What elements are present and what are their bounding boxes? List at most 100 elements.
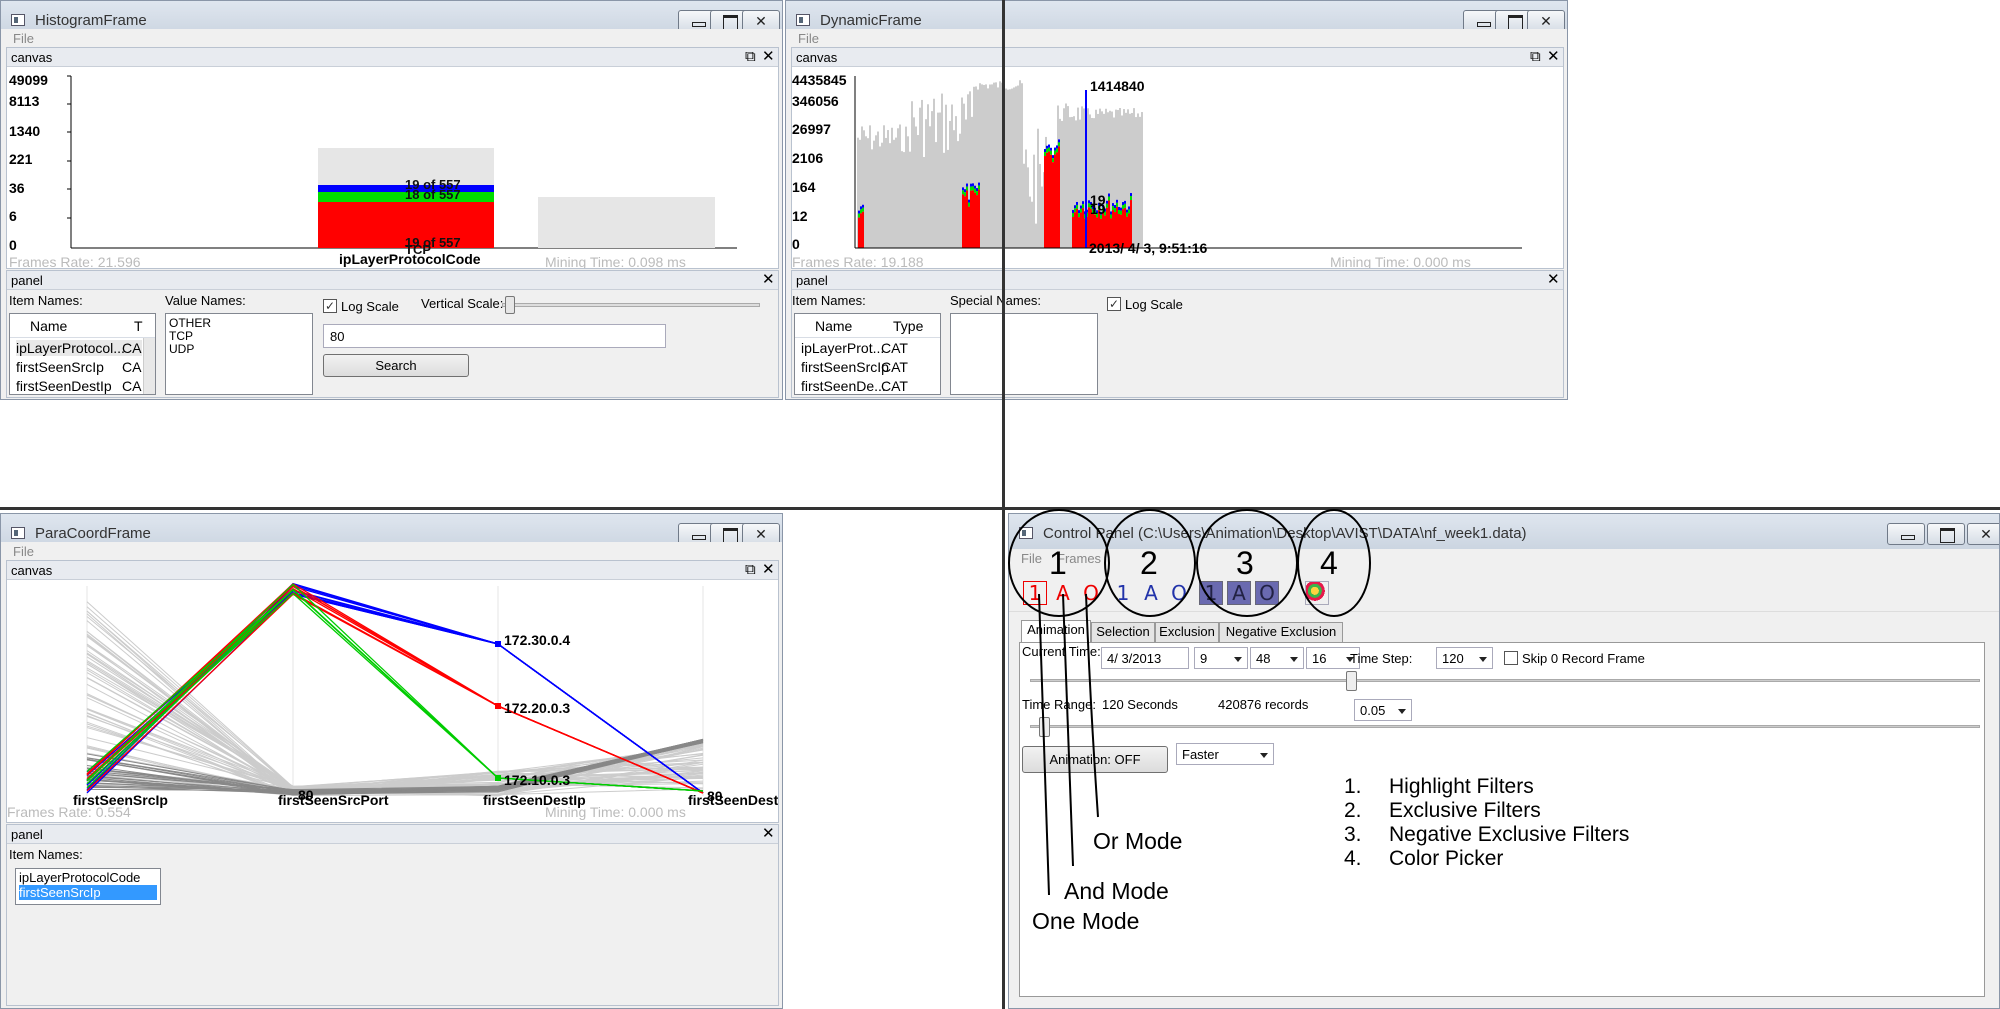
slider-thumb[interactable] [505,296,515,314]
traffic-bar [869,125,871,248]
y-tick: 26997 [792,121,831,137]
dock-title: panel [796,273,828,288]
range-records: 420876 records [1218,697,1309,712]
list-item[interactable]: ipLayerProtocolCode [19,870,157,885]
float-icon[interactable]: ⧉ [1530,49,1541,65]
tab-selection[interactable]: Selection [1091,622,1155,642]
search-input[interactable]: 80 [323,324,666,348]
special-names-list[interactable] [950,313,1098,395]
maximize-button[interactable] [1927,523,1965,545]
traffic-bar [959,133,961,248]
group-number: 3 [1236,545,1254,581]
series-red-mark [1052,162,1054,248]
app-icon [11,14,25,26]
series-blue-mark [1056,145,1058,149]
minute-select[interactable]: 48 [1250,647,1304,669]
speed-select[interactable]: Faster [1176,743,1274,765]
traffic-bar [867,138,869,248]
table-row[interactable]: ipLayerProtocol... CA [16,340,142,356]
series-blue-mark [1116,199,1118,203]
close-icon[interactable]: ✕ [762,272,775,288]
tab-negative-exclusion[interactable]: Negative Exclusion [1219,622,1343,642]
tab-exclusion[interactable]: Exclusion [1155,622,1219,642]
table-row[interactable]: firstSeenDestIp CA [16,378,141,394]
traffic-bar [1063,108,1065,248]
menu-file[interactable]: File [13,544,34,559]
x-axis-label: ipLayerProtocolCode [339,251,481,267]
item-names-list[interactable]: ipLayerProtocolCode firstSeenSrcIp [15,868,161,905]
traffic-bar [885,137,887,248]
minimize-button[interactable] [1887,523,1925,545]
vertical-scale-label: Vertical Scale: [421,296,504,311]
close-icon[interactable]: ✕ [762,826,775,842]
series-red-mark [1074,212,1076,248]
search-button[interactable]: Search [323,354,469,377]
dynamic-window: DynamicFrame ✕ File canvas ⧉ ✕ 4435845 3… [785,0,1568,400]
value-marker [495,641,501,647]
log-scale-checkbox[interactable]: ✓ [1107,297,1121,311]
table-row[interactable]: firstSeenDe... CAT [801,378,908,394]
table-header: Name Type [795,314,940,338]
table-row[interactable]: ipLayerProt... CAT [801,340,908,356]
slider-thumb[interactable] [1039,717,1050,737]
series-green-mark [1080,208,1082,213]
close-icon[interactable]: ✕ [1547,272,1560,288]
series-blue-mark [1052,155,1054,159]
y-tick: 12 [792,208,808,224]
traffic-bar [985,84,987,249]
item-names-label: Item Names: [9,293,83,308]
float-icon[interactable]: ⧉ [745,562,756,578]
series-blue-mark [964,189,966,193]
date-picker[interactable]: 4/ 3/2013 [1101,647,1189,669]
item-names-table[interactable]: Name T ipLayerProtocol... CA firstSeenSrc… [9,313,156,395]
slider-thumb[interactable] [1346,671,1357,691]
scrollbar[interactable] [143,338,155,394]
series-red-mark [1080,212,1082,248]
vertical-scale-slider[interactable] [502,296,760,314]
value-names-list[interactable]: OTHER TCP UDP [165,313,313,395]
item-names-label: Item Names: [792,293,866,308]
series-green-mark [1046,148,1048,153]
segment-label: 18 of 557 [405,187,461,202]
series-green-mark [962,190,964,195]
canvas-dock: canvas ⧉ ✕ 172.30.0.4 172.20.0.3 172.10.… [6,560,779,823]
traffic-bar [983,84,985,248]
traffic-bar [917,135,919,248]
window-title: HistogramFrame [35,12,147,29]
traffic-bar [1007,89,1009,249]
animation-toggle-button[interactable]: Animation: OFF [1022,746,1168,773]
item-names-table[interactable]: Name Type ipLayerProt... CAT firstSeenSrc… [794,313,941,395]
table-row[interactable]: firstSeenSrcIp CAT [801,359,908,375]
range-select[interactable]: 0.05 [1354,699,1412,721]
list-item[interactable]: UDP [169,343,309,356]
traffic-bar [997,87,999,248]
y-tick: 164 [792,179,816,195]
tab-animation[interactable]: Animation [1021,620,1091,642]
legend-item: Color Picker [1389,847,1504,870]
series-green-mark [1052,158,1054,163]
close-button[interactable]: ✕ [1967,523,1999,545]
menu-file[interactable]: File [13,31,34,46]
close-icon[interactable]: ✕ [762,562,775,578]
time-step-select[interactable]: 120 [1436,647,1493,669]
callout-one-mode: One Mode [1032,908,1140,934]
close-icon: ✕ [755,526,767,542]
menu-file[interactable]: File [798,31,819,46]
time-slider[interactable] [1030,671,1980,691]
series-blue-mark [1112,203,1114,207]
list-item-selected[interactable]: firstSeenSrcIp [19,885,157,900]
hour-select[interactable]: 9 [1194,647,1248,669]
table-row[interactable]: firstSeenSrcIp CA [16,359,141,375]
traffic-bar [1031,201,1033,248]
skip-zero-checkbox[interactable] [1504,651,1518,665]
series-blue-mark [1082,201,1084,205]
range-slider[interactable] [1030,717,1980,737]
current-time-label: Current Time: [1022,644,1101,659]
vertical-separator [1002,0,1005,1009]
close-icon[interactable]: ✕ [762,49,775,65]
histogram-window: HistogramFrame ✕ File canvas ⧉ ✕ 49099 8… [0,0,783,400]
close-icon[interactable]: ✕ [1547,49,1560,65]
float-icon[interactable]: ⧉ [745,49,756,65]
log-scale-checkbox[interactable]: ✓ [323,299,337,313]
traffic-bar [939,112,941,248]
